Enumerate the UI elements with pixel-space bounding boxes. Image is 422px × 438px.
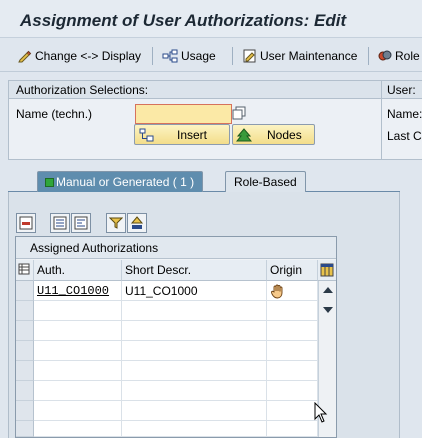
column-header-auth[interactable]: Auth. (34, 260, 122, 281)
column-config-icon (320, 263, 334, 277)
application-toolbar: Change <-> Display Usage User Maintenanc… (0, 39, 422, 72)
table-cell-empty[interactable] (34, 361, 122, 381)
scroll-down-icon[interactable] (323, 307, 333, 313)
table-cell-empty[interactable] (267, 381, 318, 401)
assigned-authorizations-table: Assigned Authorizations Auth. Short Desc… (15, 236, 337, 438)
table-cell-empty[interactable] (267, 401, 318, 421)
table-cell-auth[interactable]: U11_CO1000 (34, 281, 122, 301)
user-last-changed-label: Last Cl (387, 129, 422, 143)
authorization-selections-header: Authorization Selections: (9, 81, 385, 99)
table-cell-empty[interactable] (34, 401, 122, 421)
column-header-short-descr[interactable]: Short Descr. (122, 260, 267, 281)
table-settings-icon (18, 263, 30, 275)
toolbar-separator (152, 47, 153, 65)
tab-manual-or-generated[interactable]: Manual or Generated ( 1 ) (37, 171, 204, 192)
sort-button[interactable] (127, 213, 147, 233)
table-cell-empty[interactable] (122, 381, 267, 401)
row-selector[interactable] (16, 301, 34, 321)
title-bar: Assignment of User Authorizations: Edit (0, 0, 422, 38)
nodes-button[interactable]: Nodes (232, 124, 315, 145)
table-cell-empty[interactable] (122, 341, 267, 361)
toolbar-separator (232, 47, 233, 65)
insert-node-icon (139, 128, 154, 141)
delete-row-icon (19, 216, 33, 230)
row-selector[interactable] (16, 281, 34, 301)
scroll-up-icon[interactable] (323, 287, 333, 293)
table-cell-empty[interactable] (267, 361, 318, 381)
usage-button[interactable]: Usage (162, 48, 216, 64)
role-icon (378, 50, 392, 61)
filter-icon (109, 217, 123, 229)
row-selector[interactable] (16, 341, 34, 361)
table-cell-empty[interactable] (34, 301, 122, 321)
tab-manual-or-generated-label: Manual or Generated ( 1 ) (56, 175, 195, 189)
table-cell-empty[interactable] (122, 421, 267, 437)
table-cell-origin[interactable] (267, 281, 318, 301)
table-cell-short-descr[interactable]: U11_CO1000 (122, 281, 267, 301)
table-cell-empty[interactable] (34, 321, 122, 341)
table-cell-empty[interactable] (34, 381, 122, 401)
tab-role-based[interactable]: Role-Based (225, 171, 306, 192)
insert-button[interactable]: Insert (134, 124, 230, 145)
role-label: Role (395, 49, 420, 63)
hand-icon (271, 284, 283, 299)
toolbar-separator (368, 47, 369, 65)
green-status-icon (45, 178, 54, 187)
insert-label: Insert (177, 127, 208, 142)
nodes-tree-icon (236, 127, 252, 141)
tab-role-based-label: Role-Based (234, 175, 297, 189)
table-cell-empty[interactable] (267, 321, 318, 341)
filter-button[interactable] (106, 213, 126, 233)
user-header: User: (382, 81, 422, 99)
value-help-icon (232, 106, 246, 120)
table-cell-empty[interactable] (34, 421, 122, 437)
delete-row-button[interactable] (16, 213, 36, 233)
page-title: Assignment of User Authorizations: Edit (20, 11, 347, 30)
row-selector[interactable] (16, 381, 34, 401)
table-cell-empty[interactable] (34, 341, 122, 361)
table-settings-button[interactable] (16, 260, 34, 281)
row-selector[interactable] (16, 401, 34, 421)
table-cell-empty[interactable] (267, 341, 318, 361)
deselect-all-icon (74, 216, 88, 230)
change-display-button[interactable]: Change <-> Display (18, 48, 141, 64)
value-help-button[interactable] (231, 105, 247, 121)
user-maintenance-icon (243, 49, 256, 63)
row-selector[interactable] (16, 421, 34, 437)
nodes-label: Nodes (267, 127, 302, 142)
table-cell-empty[interactable] (122, 361, 267, 381)
row-selector[interactable] (16, 321, 34, 341)
table-cell-empty[interactable] (122, 301, 267, 321)
role-button[interactable]: Role (378, 48, 420, 64)
sort-icon (130, 216, 144, 229)
name-techn-label: Name (techn.) (16, 107, 93, 121)
row-selector[interactable] (16, 361, 34, 381)
usage-label: Usage (181, 49, 216, 63)
user-maintenance-label: User Maintenance (260, 49, 358, 63)
user-maintenance-button[interactable]: User Maintenance (243, 48, 357, 64)
pencil-glasses-icon (18, 50, 32, 63)
select-all-button[interactable] (50, 213, 70, 233)
table-cell-empty[interactable] (267, 421, 318, 437)
mouse-cursor-icon (314, 402, 328, 423)
column-config-button[interactable] (318, 260, 336, 281)
name-techn-input[interactable] (135, 104, 232, 124)
table-title: Assigned Authorizations (16, 237, 336, 259)
change-display-label: Change <-> Display (35, 49, 142, 63)
table-cell-empty[interactable] (122, 401, 267, 421)
table-cell-empty[interactable] (122, 321, 267, 341)
hierarchy-icon (162, 49, 178, 63)
deselect-all-button[interactable] (71, 213, 91, 233)
select-all-icon (53, 216, 67, 230)
user-name-label: Name: (387, 107, 422, 121)
table-cell-empty[interactable] (267, 301, 318, 321)
column-header-origin[interactable]: Origin (267, 260, 318, 281)
